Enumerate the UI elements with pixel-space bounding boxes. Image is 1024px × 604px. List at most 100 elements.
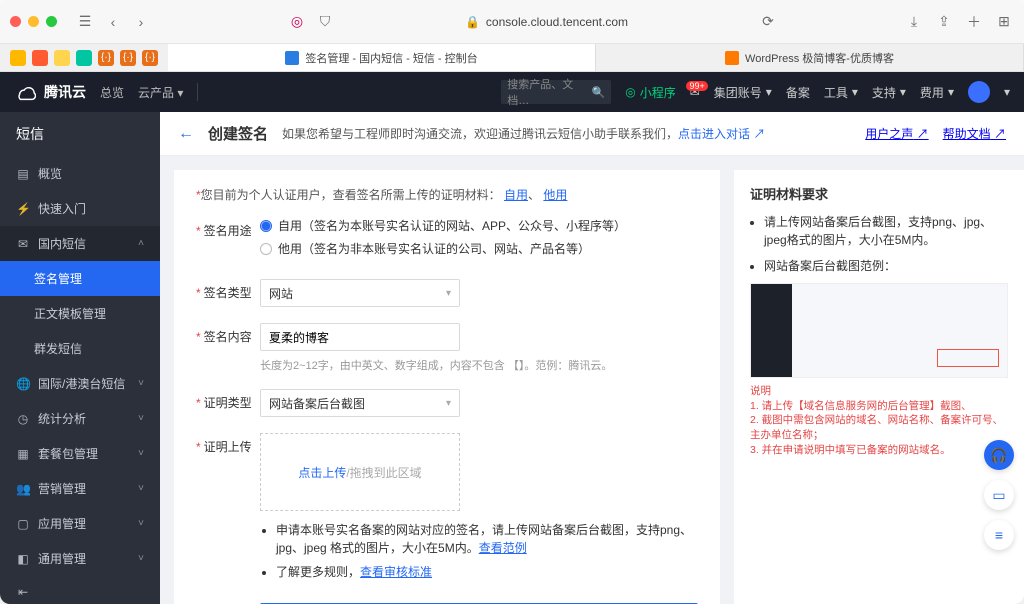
tab-overview-icon[interactable]: ⊞ (994, 12, 1014, 32)
beian[interactable]: 备案 (786, 84, 810, 101)
help-doc-link[interactable]: 帮助文档 ↗ (943, 125, 1006, 142)
wordpress-icon (725, 51, 739, 65)
radio-self[interactable]: 自用（签名为本账号实名认证的网站、APP、公众号、小程序等） (260, 217, 698, 234)
chevron-down-icon: ˅ (138, 378, 144, 389)
mini-program[interactable]: ◎ 小程序 (625, 84, 676, 101)
signature-content-input[interactable] (260, 323, 460, 351)
grid-icon: ▤ (16, 167, 30, 181)
requirements-panel: 证明材料要求 请上传网站备案后台截图，支持png、jpg、jpeg格式的图片，大… (734, 170, 1024, 604)
favorite-icon[interactable] (10, 50, 26, 66)
label-upload: 证明上传 (196, 433, 260, 455)
view-rules-link[interactable]: 查看审核标准 (360, 565, 432, 579)
tracker-icon[interactable]: ◎ (287, 12, 307, 32)
sidebar-item-domestic[interactable]: ✉国内短信˄ (0, 226, 160, 261)
note-line: 3. 并在申请说明中填写已备案的网站域名。 (750, 443, 1008, 458)
favorite-icon[interactable]: {·} (120, 50, 136, 66)
radio-on-icon (260, 220, 272, 232)
download-icon[interactable]: ⤓ (904, 12, 924, 32)
upload-dropzone[interactable]: 点击上传/拖拽到此区域 (260, 433, 460, 511)
sidebar-item-general[interactable]: ◧通用管理˅ (0, 541, 160, 576)
nav-overview[interactable]: 总览 (100, 84, 124, 101)
label-content: 签名内容 (196, 323, 260, 345)
tab-label: 签名管理 - 国内短信 - 短信 - 控制台 (305, 50, 477, 66)
form-tip: *您目前为个人认证用户，查看签名所需上传的证明材料： 自用、 他用 (196, 186, 698, 203)
group-account[interactable]: 集团账号 ▾ (714, 84, 772, 101)
window-close[interactable] (10, 16, 21, 27)
sidebar-item-batch[interactable]: 群发短信 (0, 331, 160, 366)
sidebar: 短信 ▤概览 ⚡快速入门 ✉国内短信˄ 签名管理 正文模板管理 群发短信 🌐国际… (0, 112, 160, 604)
sidebar-item-signature[interactable]: 签名管理 (0, 261, 160, 296)
sidebar-item-template[interactable]: 正文模板管理 (0, 296, 160, 331)
req-item: 网站备案后台截图范例： (764, 257, 1008, 275)
sidebar-item-packages[interactable]: ▦套餐包管理˅ (0, 436, 160, 471)
share-icon[interactable]: ⇪ (934, 12, 954, 32)
sidebar-item-stats[interactable]: ◷统计分析˅ (0, 401, 160, 436)
window-zoom[interactable] (46, 16, 57, 27)
browser-tab[interactable]: WordPress 极简博客-优质博客 (596, 44, 1024, 71)
app-icon: ▢ (16, 517, 30, 531)
tip-self-link[interactable]: 自用 (504, 188, 528, 202)
support[interactable]: 支持 ▾ (872, 84, 906, 101)
radio-other[interactable]: 他用（签名为非本账号实名认证的公司、网站、产品名等） (260, 240, 698, 257)
new-tab-icon[interactable]: ＋ (964, 12, 984, 32)
signature-type-select[interactable]: 网站▾ (260, 279, 460, 307)
chevron-down-icon: ˅ (138, 518, 144, 529)
search-input[interactable]: 搜索产品、文档… 🔍 (501, 80, 611, 104)
favorite-icon[interactable] (54, 50, 70, 66)
user-voice-link[interactable]: 用户之声 ↗ (865, 125, 928, 142)
upload-note: 了解更多规则，查看审核标准 (276, 563, 698, 581)
nav-fwd-icon[interactable]: › (131, 12, 151, 32)
settings-icon: ◧ (16, 552, 30, 566)
sidebar-item-quickstart[interactable]: ⚡快速入门 (0, 191, 160, 226)
nav-back-icon[interactable]: ‹ (103, 12, 123, 32)
favorite-icon[interactable]: {·} (142, 50, 158, 66)
docs-button[interactable]: ▭ (984, 480, 1014, 510)
globe-icon: 🌐 (16, 377, 30, 391)
messages[interactable]: ✉99+ (690, 85, 700, 99)
upload-note: 申请本账号实名备案的网站对应的签名，请上传网站备案后台截图，支持png、jpg、… (276, 521, 698, 557)
content-help: 长度为2~12字，由中英文、数字组成，内容不包含 【】。范例：腾讯云。 (260, 357, 698, 373)
support-chat-button[interactable]: 🎧 (984, 440, 1014, 470)
favorite-icon[interactable]: {·} (98, 50, 114, 66)
package-icon: ▦ (16, 447, 30, 461)
view-example-link[interactable]: 查看范例 (479, 541, 527, 555)
menu-button[interactable]: ≡ (984, 520, 1014, 550)
clock-icon: ◷ (16, 412, 30, 426)
user-menu-chevron[interactable]: ▾ (1004, 85, 1010, 99)
cloud-icon (285, 51, 299, 65)
sidebar-item-overview[interactable]: ▤概览 (0, 156, 160, 191)
chevron-up-icon: ˄ (138, 238, 144, 249)
tip-other-link[interactable]: 他用 (543, 188, 567, 202)
shield-icon[interactable]: ⛉ (315, 12, 335, 32)
reload-icon[interactable]: ⟳ (758, 12, 778, 32)
tools[interactable]: 工具 ▾ (824, 84, 858, 101)
collapse-icon: ⇤ (16, 585, 30, 599)
sidebar-collapse[interactable]: ⇤ (0, 576, 160, 604)
brand-logo[interactable]: 腾讯云 (14, 81, 86, 103)
label-proof-type: 证明类型 (196, 389, 260, 411)
sidebar-item-apps[interactable]: ▢应用管理˅ (0, 506, 160, 541)
address-bar[interactable]: 🔒 console.cloud.tencent.com (343, 15, 750, 29)
avatar[interactable] (968, 81, 990, 103)
proof-type-select[interactable]: 网站备案后台截图▾ (260, 389, 460, 417)
favorite-icon[interactable] (32, 50, 48, 66)
sidebar-item-marketing[interactable]: 👥营销管理˅ (0, 471, 160, 506)
search-icon: 🔍 (592, 86, 606, 99)
window-minimize[interactable] (28, 16, 39, 27)
sidebar-item-intl[interactable]: 🌐国际/港澳台短信˅ (0, 366, 160, 401)
fees[interactable]: 费用 ▾ (920, 84, 954, 101)
browser-tab[interactable]: 签名管理 - 国内短信 - 短信 - 控制台 (168, 44, 596, 71)
label-type: 签名类型 (196, 279, 260, 301)
sidebar-title: 短信 (0, 112, 160, 156)
mail-icon: ✉ (16, 237, 30, 251)
sidebar-toggle-icon[interactable]: ☰ (75, 12, 95, 32)
back-button[interactable]: ← (178, 125, 194, 143)
tab-label: WordPress 极简博客-优质博客 (745, 50, 894, 66)
favorite-icon[interactable] (76, 50, 92, 66)
enter-chat-link[interactable]: 点击进入对话 ↗ (678, 127, 765, 141)
chevron-down-icon: ˅ (138, 448, 144, 459)
chevron-down-icon: ˅ (138, 413, 144, 424)
nav-products[interactable]: 云产品 ▾ (138, 84, 183, 101)
req-title: 证明材料要求 (750, 184, 1008, 203)
chevron-down-icon: ▾ (446, 398, 451, 409)
